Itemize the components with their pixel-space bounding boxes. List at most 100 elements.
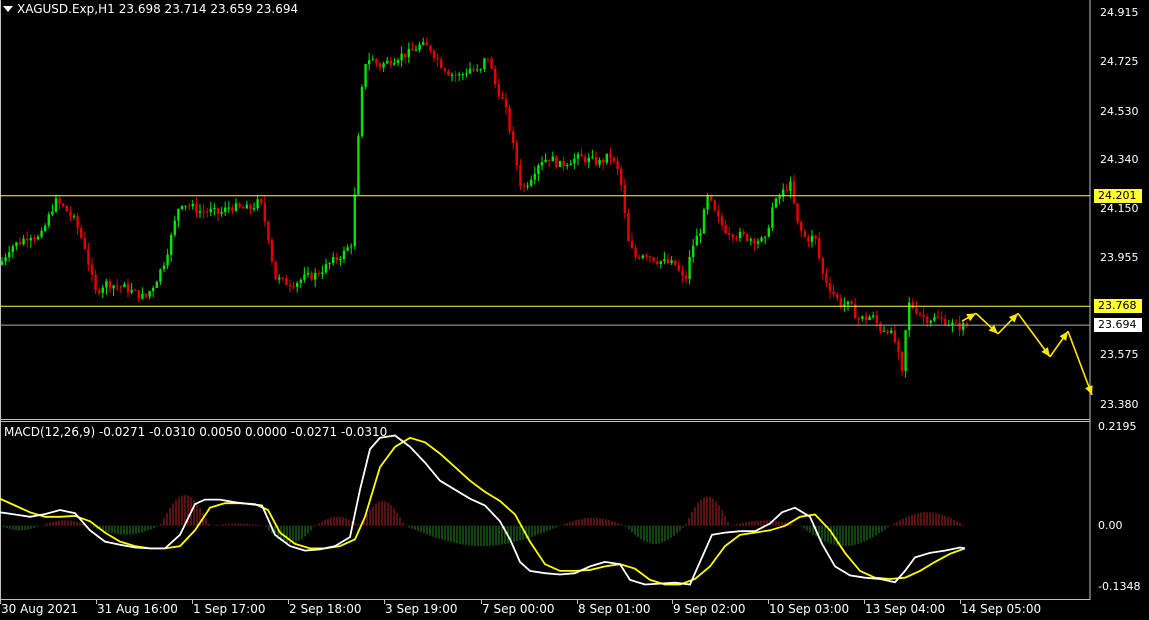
bear-candle: [116, 285, 119, 287]
bear-candle: [447, 71, 450, 76]
bear-candle: [508, 107, 511, 132]
bull-candle: [278, 277, 281, 280]
bull-candle: [476, 69, 479, 71]
collapse-triangle-icon[interactable]: [3, 6, 13, 12]
bull-candle: [51, 211, 54, 215]
bear-candle: [188, 205, 191, 207]
bull-candle: [778, 196, 781, 199]
bull-candle: [591, 156, 594, 158]
bear-candle: [958, 322, 961, 330]
bull-candle: [245, 204, 248, 209]
bear-candle: [900, 351, 904, 371]
bear-candle: [134, 289, 137, 291]
bear-candle: [717, 210, 720, 217]
bull-candle: [40, 230, 43, 237]
bull-candle: [738, 231, 742, 238]
bear-candle: [584, 156, 587, 163]
bear-candle: [940, 317, 943, 320]
bear-candle: [724, 225, 727, 234]
bull-candle: [224, 207, 227, 213]
bear-candle: [580, 154, 583, 157]
bull-candle: [530, 179, 533, 186]
price-chart[interactable]: [0, 0, 1149, 620]
bear-candle: [519, 165, 522, 186]
bear-candle: [76, 216, 79, 229]
bear-candle: [512, 131, 515, 143]
bull-candle: [540, 162, 544, 166]
time-tick-label: 2 Sep 18:00: [289, 602, 362, 616]
bull-candle: [44, 225, 47, 231]
price-tick-label: 23.575: [1100, 348, 1139, 362]
bear-candle: [839, 297, 842, 307]
bull-candle: [166, 254, 169, 266]
bull-candle: [324, 264, 328, 273]
bull-candle: [846, 301, 850, 305]
bull-candle: [396, 60, 400, 63]
bear-candle: [638, 257, 641, 259]
bear-candle: [432, 50, 436, 59]
bull-candle: [468, 68, 472, 74]
bear-candle: [623, 184, 626, 214]
bear-candle: [90, 264, 94, 275]
time-tick-label: 31 Aug 16:00: [97, 602, 178, 616]
bear-candle: [317, 272, 320, 275]
bull-candle: [357, 136, 360, 195]
bull-candle: [386, 60, 389, 64]
bear-candle: [562, 160, 565, 166]
bear-candle: [652, 257, 655, 262]
bull-candle: [393, 62, 396, 65]
bull-candle: [72, 216, 76, 218]
bull-candle: [29, 238, 32, 241]
bear-candle: [944, 319, 947, 326]
bull-candle: [407, 48, 410, 58]
bull-candle: [400, 53, 403, 61]
bull-candle: [868, 316, 871, 320]
bull-candle: [4, 257, 7, 262]
bull-candle: [882, 330, 886, 332]
bull-candle: [465, 73, 468, 75]
bull-candle: [159, 269, 162, 282]
bull-candle: [22, 238, 25, 245]
bull-candle: [760, 237, 763, 242]
bull-candle: [209, 208, 212, 213]
bear-candle: [864, 316, 868, 320]
bull-candle: [929, 320, 932, 323]
bear-candle: [33, 238, 36, 240]
bull-candle: [537, 165, 540, 174]
bear-candle: [897, 341, 900, 352]
bear-candle: [144, 293, 148, 297]
bear-candle: [911, 302, 914, 308]
bull-candle: [198, 211, 202, 213]
bull-candle: [692, 245, 695, 258]
bull-candle: [256, 199, 259, 209]
bull-candle: [180, 205, 184, 209]
bull-candle: [321, 272, 324, 275]
bear-candle: [522, 185, 526, 187]
bull-candle: [299, 279, 302, 283]
bull-candle: [123, 284, 126, 288]
bear-candle: [231, 207, 234, 211]
bull-candle: [296, 282, 299, 287]
bull-candle: [587, 157, 590, 163]
bear-candle: [18, 242, 22, 245]
bear-candle: [627, 213, 630, 242]
bull-candle: [36, 236, 40, 240]
bear-candle: [713, 200, 716, 211]
bear-candle: [216, 208, 220, 214]
ohlc-values: 23.698 23.714 23.659 23.694: [118, 2, 299, 16]
bull-candle: [252, 208, 256, 210]
price-tick-label: 23.955: [1100, 251, 1139, 265]
bull-candle: [479, 69, 482, 71]
bull-candle: [695, 235, 698, 246]
bull-candle: [162, 265, 166, 270]
bear-candle: [501, 96, 504, 99]
bear-candle: [274, 261, 277, 280]
bull-candle: [170, 235, 173, 255]
price-tick-label: 24.150: [1100, 201, 1139, 215]
bull-candle: [364, 64, 367, 88]
bear-candle: [378, 63, 382, 68]
current-price-tag: 23.694: [1094, 318, 1142, 333]
bear-candle: [69, 211, 72, 217]
bear-candle: [436, 58, 439, 60]
bull-candle: [569, 163, 572, 166]
